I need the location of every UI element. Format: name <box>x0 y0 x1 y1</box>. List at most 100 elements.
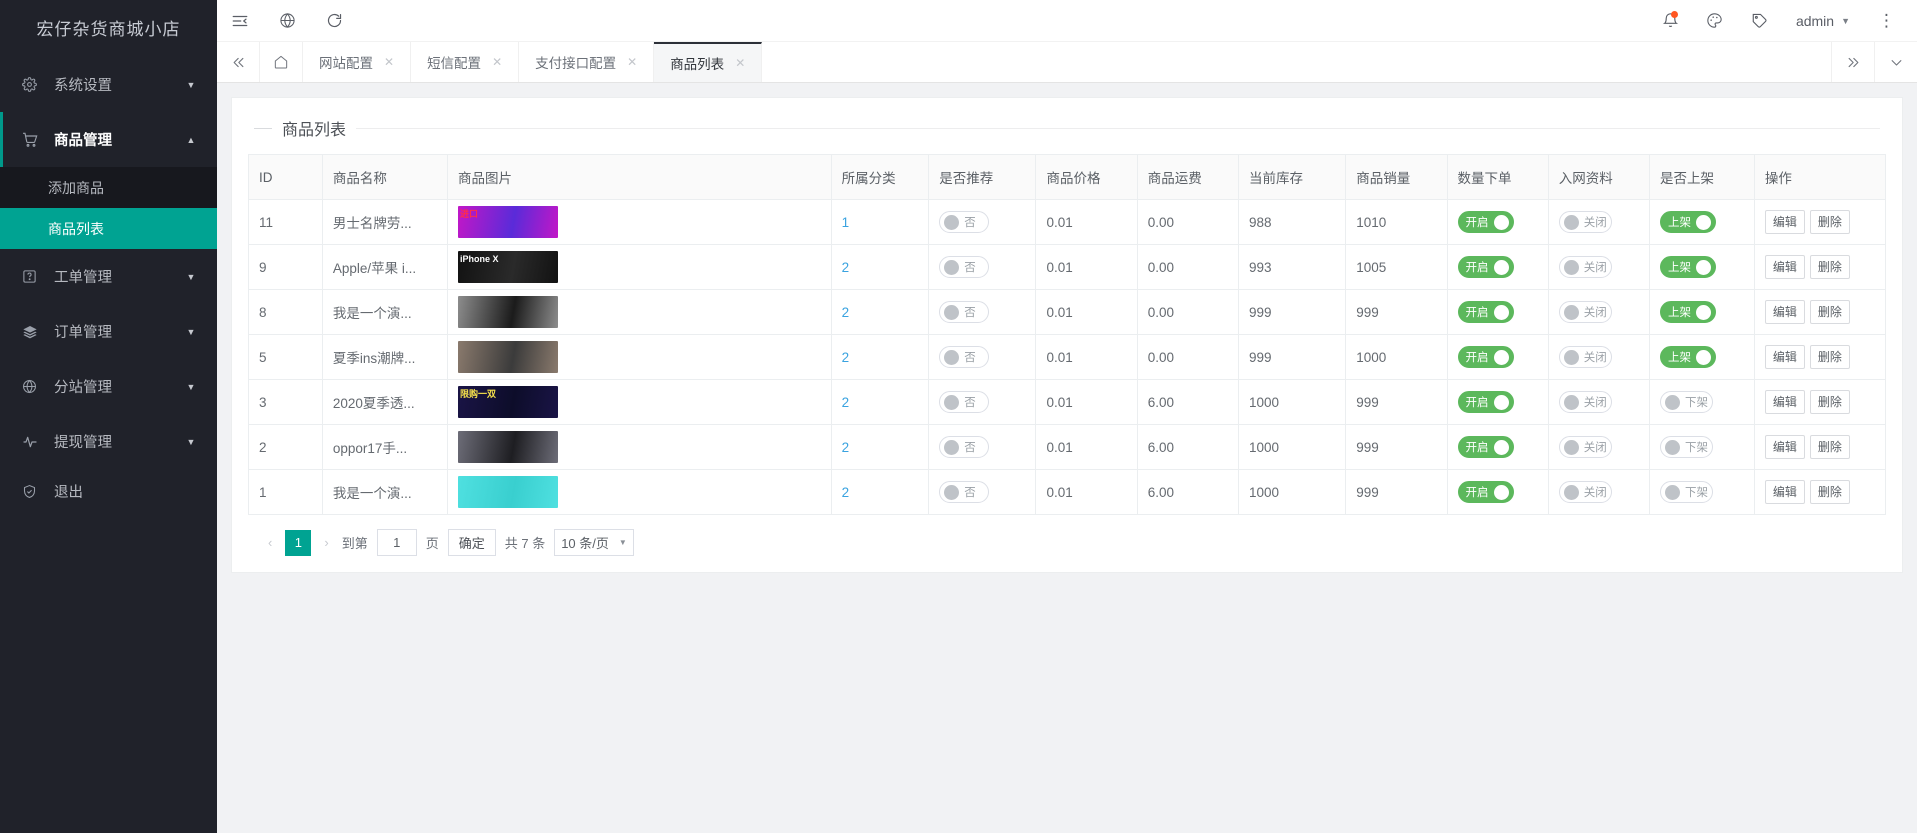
edit-button[interactable]: 编辑 <box>1765 390 1805 414</box>
edit-button[interactable]: 编辑 <box>1765 480 1805 504</box>
pagination-prev[interactable]: ‹ <box>264 535 276 550</box>
recommend-switch[interactable]: 否 <box>939 436 989 458</box>
qty-order-switch[interactable]: 开启 <box>1458 436 1514 458</box>
on-shelf-switch[interactable]: 上架 <box>1660 256 1716 278</box>
net-info-switch[interactable]: 关闭 <box>1559 436 1612 458</box>
edit-button[interactable]: 编辑 <box>1765 345 1805 369</box>
sidebar-item-system-settings[interactable]: 系统设置 ▼ <box>0 57 217 112</box>
category-link[interactable]: 2 <box>842 260 850 275</box>
cell-image <box>447 470 831 515</box>
close-icon[interactable]: ✕ <box>735 56 745 70</box>
category-link[interactable]: 2 <box>842 395 850 410</box>
cell-price: 0.01 <box>1036 335 1137 380</box>
qty-order-switch[interactable]: 开启 <box>1458 256 1514 278</box>
qty-order-switch[interactable]: 开启 <box>1458 346 1514 368</box>
delete-button[interactable]: 删除 <box>1810 435 1850 459</box>
sidebar-subitem-add-product[interactable]: 添加商品 <box>0 167 217 208</box>
tab-product-list[interactable]: 商品列表 ✕ <box>654 42 762 82</box>
close-icon[interactable]: ✕ <box>627 55 637 69</box>
net-info-switch[interactable]: 关闭 <box>1559 211 1612 233</box>
category-link[interactable]: 1 <box>842 215 850 230</box>
recommend-switch[interactable]: 否 <box>939 211 989 233</box>
bell-icon[interactable] <box>1662 12 1678 29</box>
cell-price: 0.01 <box>1036 290 1137 335</box>
recommend-switch[interactable]: 否 <box>939 391 989 413</box>
delete-button[interactable]: 删除 <box>1810 480 1850 504</box>
sidebar-item-ticket-management[interactable]: 工单管理 ▼ <box>0 249 217 304</box>
category-link[interactable]: 2 <box>842 485 850 500</box>
qty-order-switch[interactable]: 开启 <box>1458 391 1514 413</box>
chevron-down-icon[interactable] <box>1874 42 1917 82</box>
switch-label: 开启 <box>1463 439 1489 455</box>
sidebar-subitem-product-list[interactable]: 商品列表 <box>0 208 217 249</box>
pagination-next[interactable]: › <box>320 535 332 550</box>
cell-image: 进口 <box>447 200 831 245</box>
delete-button[interactable]: 删除 <box>1810 255 1850 279</box>
product-thumbnail: iPhone X <box>458 251 558 283</box>
on-shelf-switch[interactable]: 上架 <box>1660 211 1716 233</box>
sidebar-item-substation-management[interactable]: 分站管理 ▼ <box>0 359 217 414</box>
palette-icon[interactable] <box>1706 12 1723 29</box>
recommend-switch[interactable]: 否 <box>939 256 989 278</box>
qty-order-switch[interactable]: 开启 <box>1458 211 1514 233</box>
close-icon[interactable]: ✕ <box>384 55 394 69</box>
edit-button[interactable]: 编辑 <box>1765 435 1805 459</box>
tab-website-config[interactable]: 网站配置 ✕ <box>303 42 411 82</box>
user-menu[interactable]: admin ▼ <box>1796 13 1850 29</box>
category-link[interactable]: 2 <box>842 305 850 320</box>
tab-label: 支付接口配置 <box>535 52 616 72</box>
switch-knob <box>944 395 959 410</box>
tag-icon[interactable] <box>1751 12 1768 29</box>
pagination-page-1[interactable]: 1 <box>285 530 311 556</box>
delete-button[interactable]: 删除 <box>1810 390 1850 414</box>
pagination-page-size-select[interactable]: 10 条/页 ▼ <box>554 529 634 556</box>
switch-label: 否 <box>964 214 976 230</box>
net-info-switch[interactable]: 关闭 <box>1559 481 1612 503</box>
switch-label: 否 <box>964 259 976 275</box>
recommend-switch[interactable]: 否 <box>939 346 989 368</box>
on-shelf-switch[interactable]: 下架 <box>1660 391 1713 413</box>
switch-label: 上架 <box>1665 259 1691 275</box>
on-shelf-switch[interactable]: 上架 <box>1660 301 1716 323</box>
double-chevron-right-icon[interactable] <box>1831 42 1874 82</box>
delete-button[interactable]: 删除 <box>1810 300 1850 324</box>
cell-on-shelf: 下架 <box>1650 425 1755 470</box>
menu-fold-icon[interactable] <box>231 12 249 30</box>
on-shelf-switch[interactable]: 上架 <box>1660 346 1716 368</box>
edit-button[interactable]: 编辑 <box>1765 210 1805 234</box>
category-link[interactable]: 2 <box>842 350 850 365</box>
recommend-switch[interactable]: 否 <box>939 301 989 323</box>
net-info-switch[interactable]: 关闭 <box>1559 391 1612 413</box>
pagination-goto-input[interactable] <box>377 529 417 556</box>
refresh-icon[interactable] <box>326 12 343 29</box>
net-info-switch[interactable]: 关闭 <box>1559 301 1612 323</box>
pagination-confirm-button[interactable]: 确定 <box>448 529 496 556</box>
edit-button[interactable]: 编辑 <box>1765 255 1805 279</box>
more-options-icon[interactable]: ⋮ <box>1878 16 1895 26</box>
home-icon[interactable] <box>260 42 303 82</box>
cell-qty-order: 开启 <box>1447 380 1548 425</box>
globe-icon[interactable] <box>279 12 296 29</box>
net-info-switch[interactable]: 关闭 <box>1559 256 1612 278</box>
sidebar-item-product-management[interactable]: 商品管理 ▲ <box>0 112 217 167</box>
delete-button[interactable]: 删除 <box>1810 345 1850 369</box>
on-shelf-switch[interactable]: 下架 <box>1660 481 1713 503</box>
on-shelf-switch[interactable]: 下架 <box>1660 436 1713 458</box>
sidebar-item-withdraw-management[interactable]: 提现管理 ▼ <box>0 414 217 469</box>
qty-order-switch[interactable]: 开启 <box>1458 481 1514 503</box>
cell-id: 1 <box>249 470 323 515</box>
edit-button[interactable]: 编辑 <box>1765 300 1805 324</box>
sidebar-item-logout[interactable]: 退出 <box>0 469 217 524</box>
qty-order-switch[interactable]: 开启 <box>1458 301 1514 323</box>
sidebar-item-order-management[interactable]: 订单管理 ▼ <box>0 304 217 359</box>
tab-payment-config[interactable]: 支付接口配置 ✕ <box>519 42 654 82</box>
close-icon[interactable]: ✕ <box>492 55 502 69</box>
double-chevron-left-icon[interactable] <box>217 42 260 82</box>
tab-sms-config[interactable]: 短信配置 ✕ <box>411 42 519 82</box>
category-link[interactable]: 2 <box>842 440 850 455</box>
net-info-switch[interactable]: 关闭 <box>1559 346 1612 368</box>
switch-knob <box>944 215 959 230</box>
recommend-switch[interactable]: 否 <box>939 481 989 503</box>
switch-label: 开启 <box>1463 394 1489 410</box>
delete-button[interactable]: 删除 <box>1810 210 1850 234</box>
